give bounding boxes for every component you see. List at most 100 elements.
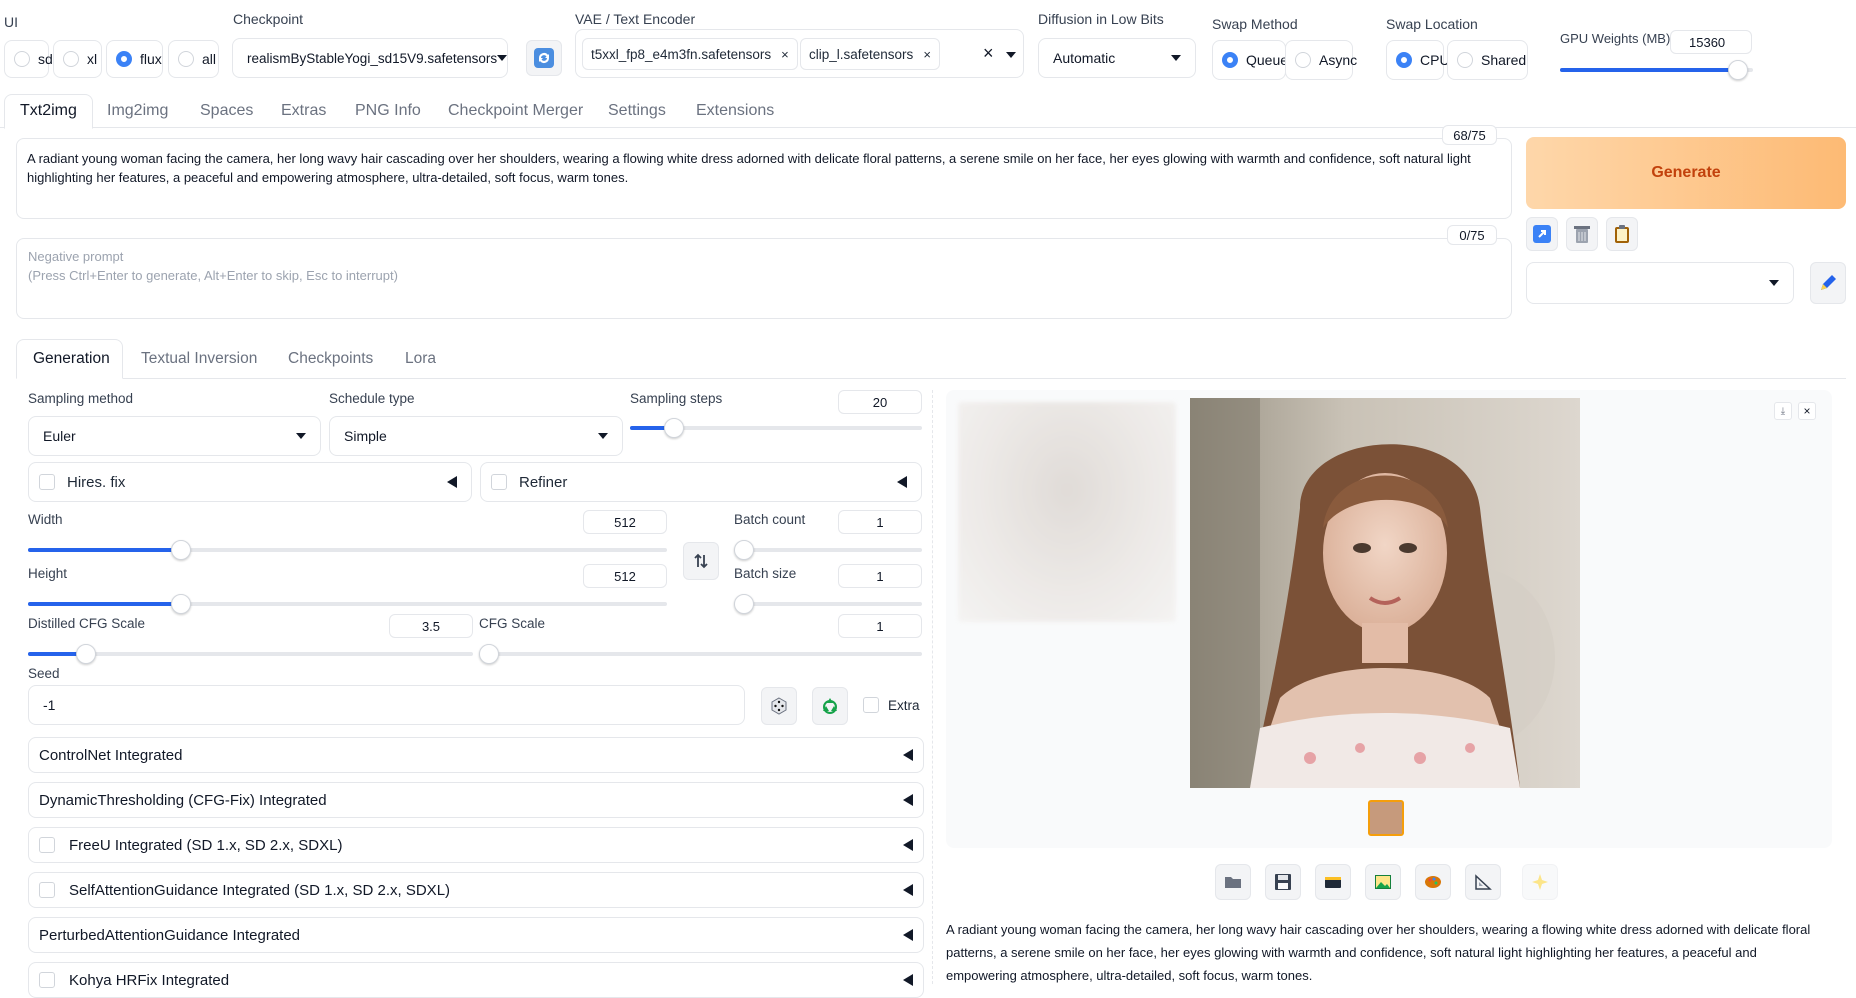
radio-icon[interactable] [1396, 52, 1412, 68]
reuse-seed-button[interactable] [812, 687, 848, 725]
zip-button[interactable] [1315, 864, 1351, 900]
subtab-generation[interactable]: Generation [33, 350, 110, 368]
subtab-checkpoints[interactable]: Checkpoints [288, 350, 373, 368]
clear-icon[interactable]: × [983, 43, 994, 64]
radio-icon[interactable] [14, 51, 30, 67]
accordion-checkbox[interactable] [39, 837, 55, 853]
swap-dimensions-button[interactable] [683, 542, 719, 580]
accordion-perturbedattentionguidance-integrated[interactable]: PerturbedAttentionGuidance Integrated [28, 917, 924, 953]
diffusion-select[interactable]: Automatic [1038, 38, 1196, 78]
close-icon[interactable]: × [1798, 402, 1816, 420]
ui-option-xl[interactable]: xl [53, 40, 102, 78]
recycle-icon [823, 698, 837, 714]
tab-checkpoint-merger[interactable]: Checkpoint Merger [448, 102, 583, 120]
sparkle-button[interactable] [1522, 864, 1558, 900]
accordion-checkbox[interactable] [39, 882, 55, 898]
read-params-button[interactable] [1526, 217, 1558, 251]
extra-seed-toggle[interactable]: Extra [863, 697, 920, 713]
edit-styles-button[interactable] [1810, 262, 1846, 304]
swap-method-option-async[interactable]: Async [1285, 40, 1357, 80]
batch-size-slider[interactable] [734, 594, 922, 614]
extra-checkbox[interactable] [863, 697, 879, 713]
generate-button[interactable]: Generate [1526, 137, 1846, 209]
cfg-scale-slider[interactable] [479, 644, 922, 664]
gallery-thumbnail[interactable] [1368, 800, 1404, 836]
negative-hint: (Press Ctrl+Enter to generate, Alt+Enter… [28, 268, 398, 283]
ui-option-all[interactable]: all [168, 40, 219, 78]
sampling-method-select[interactable]: Euler [28, 416, 321, 456]
accordion-dynamicthresholding-cfg-fix-integrated[interactable]: DynamicThresholding (CFG-Fix) Integrated [28, 782, 924, 818]
prompt-textarea[interactable]: A radiant young woman facing the camera,… [16, 138, 1512, 219]
swap-location-label: Swap Location [1386, 16, 1478, 32]
accordion-kohya-hrfix-integrated[interactable]: Kohya HRFix Integrated [28, 962, 924, 998]
radio-icon[interactable] [178, 51, 194, 67]
tab-extras[interactable]: Extras [281, 102, 326, 120]
radio-icon[interactable] [1295, 52, 1311, 68]
batch-size-input[interactable]: 1 [838, 564, 922, 588]
gpu-weights-slider[interactable] [1560, 60, 1753, 80]
gpu-weights-input[interactable]: 15360 [1670, 30, 1752, 54]
swap-arrows-icon [694, 553, 708, 569]
checkpoint-select[interactable]: realismByStableYogi_sd15V9.safetensors [232, 38, 508, 78]
swap-location-option-shared[interactable]: Shared [1447, 40, 1528, 80]
chevron-down-icon[interactable] [1006, 52, 1016, 58]
swap-method-option-queue[interactable]: Queue [1212, 40, 1288, 80]
accordion-selfattentionguidance-integrated-sd-1-x-sd-2-x-sdxl[interactable]: SelfAttentionGuidance Integrated (SD 1.x… [28, 872, 924, 908]
batch-count-slider[interactable] [734, 540, 922, 560]
batch-count-input[interactable]: 1 [838, 510, 922, 534]
sampling-steps-slider[interactable] [630, 418, 922, 438]
subtab-textual-inversion[interactable]: Textual Inversion [141, 350, 257, 368]
hires-fix-accordion[interactable]: Hires. fix [28, 462, 472, 502]
sampling-steps-input[interactable]: 20 [838, 390, 922, 414]
accordion-checkbox[interactable] [39, 972, 55, 988]
remove-chip-icon[interactable]: × [923, 47, 931, 62]
tab-settings[interactable]: Settings [608, 102, 666, 120]
random-seed-button[interactable] [761, 687, 797, 725]
styles-select[interactable] [1526, 262, 1794, 304]
prompt-token-counter: 68/75 [1442, 125, 1497, 145]
width-input[interactable]: 512 [583, 510, 667, 534]
remove-chip-icon[interactable]: × [781, 47, 789, 62]
distilled-cfg-slider[interactable] [28, 644, 473, 664]
refiner-accordion[interactable]: Refiner [480, 462, 922, 502]
save-button[interactable] [1265, 864, 1301, 900]
batch-size-label: Batch size [734, 566, 797, 581]
tab-extensions[interactable]: Extensions [696, 102, 774, 120]
send-to-inpaint-button[interactable] [1415, 864, 1451, 900]
height-input[interactable]: 512 [583, 564, 667, 588]
radio-icon[interactable] [1457, 52, 1473, 68]
negative-prompt-textarea[interactable]: Negative prompt (Press Ctrl+Enter to gen… [16, 238, 1512, 319]
distilled-cfg-input[interactable]: 3.5 [389, 614, 473, 638]
download-icon[interactable]: ⤓ [1774, 402, 1792, 420]
refiner-checkbox[interactable] [491, 474, 507, 490]
schedule-type-select[interactable]: Simple [329, 416, 623, 456]
hires-fix-checkbox[interactable] [39, 474, 55, 490]
vae-select[interactable]: t5xxl_fp8_e4m3fn.safetensors × clip_l.saf… [575, 29, 1024, 78]
accordion-controlnet-integrated[interactable]: ControlNet Integrated [28, 737, 924, 773]
style-apply-button[interactable] [1606, 217, 1638, 251]
seed-input[interactable]: -1 [28, 685, 745, 725]
width-slider[interactable] [28, 540, 667, 560]
chevron-down-icon [497, 55, 508, 61]
refresh-button[interactable] [526, 40, 562, 76]
clear-prompt-button[interactable] [1566, 217, 1598, 251]
ui-option-flux[interactable]: flux [106, 40, 163, 78]
height-slider[interactable] [28, 594, 667, 614]
cfg-scale-input[interactable]: 1 [838, 614, 922, 638]
zip-icon [1325, 877, 1341, 888]
accordion-freeu-integrated-sd-1-x-sd-2-x-sdxl[interactable]: FreeU Integrated (SD 1.x, SD 2.x, SDXL) [28, 827, 924, 863]
subtab-lora[interactable]: Lora [405, 350, 436, 368]
radio-icon[interactable] [63, 51, 79, 67]
tab-spaces[interactable]: Spaces [200, 102, 253, 120]
ui-option-sd[interactable]: sd [4, 40, 53, 78]
tab-png-info[interactable]: PNG Info [355, 102, 421, 120]
tab-img2img[interactable]: Img2img [107, 102, 168, 120]
tab-txt2img[interactable]: Txt2img [20, 102, 77, 120]
send-to-extras-button[interactable] [1465, 864, 1501, 900]
radio-icon[interactable] [116, 51, 132, 67]
send-to-img2img-button[interactable] [1365, 864, 1401, 900]
swap-location-option-cpu[interactable]: CPU [1386, 40, 1450, 80]
folder-button[interactable] [1215, 864, 1251, 900]
radio-icon[interactable] [1222, 52, 1238, 68]
generated-image[interactable] [1190, 398, 1580, 788]
